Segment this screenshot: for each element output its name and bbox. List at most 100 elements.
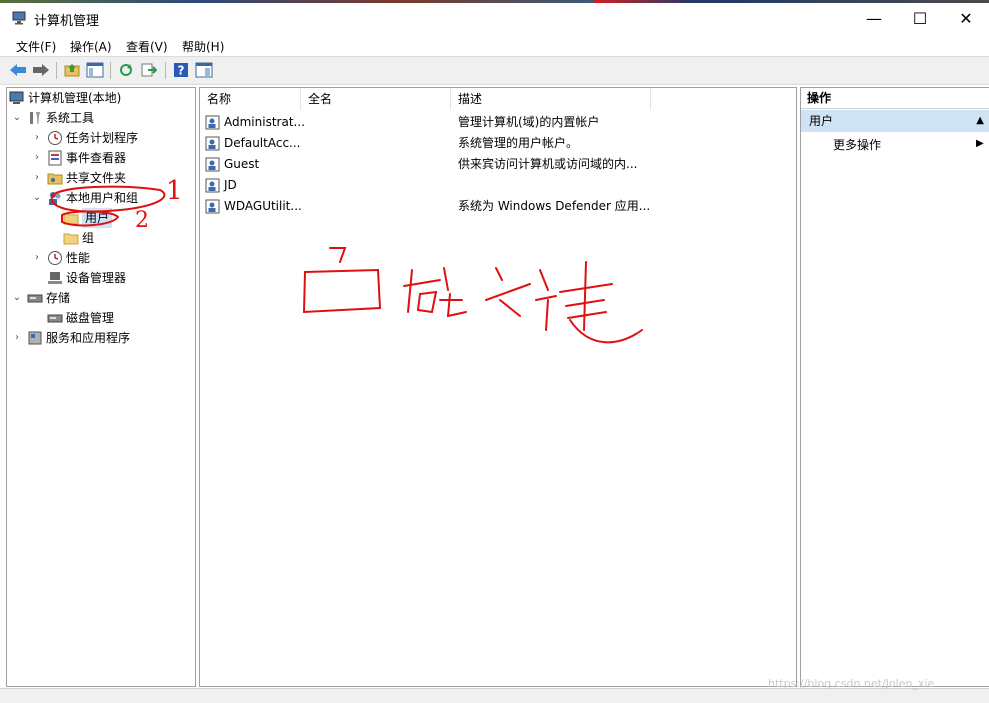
user-list-pane[interactable]: 名称 全名 描述 Administrat... 管理计算机(域)的内置帐户 Defa… bbox=[199, 87, 797, 687]
annotation-mark-2: 2 bbox=[135, 208, 149, 233]
cell-description: 供来宾访问计算机或访问域的内... bbox=[458, 157, 638, 171]
maximize-button[interactable]: ☐ bbox=[897, 3, 943, 33]
chevron-right-icon[interactable]: › bbox=[31, 168, 43, 188]
user-account-icon bbox=[205, 136, 220, 151]
cell-name: Guest bbox=[224, 157, 260, 171]
tree-item-label: 系统工具 bbox=[46, 111, 95, 125]
export-list-icon[interactable] bbox=[140, 61, 158, 79]
minimize-icon: — bbox=[866, 8, 882, 28]
table-row[interactable]: WDAGUtilit... 系统为 Windows Defender 应用... bbox=[200, 196, 796, 217]
tree-item[interactable]: › 任务计划程序 bbox=[31, 128, 138, 148]
tree-item-label: 任务计划程序 bbox=[66, 131, 139, 145]
computer-icon bbox=[9, 90, 25, 106]
tree-item-label: 计算机管理(本地) bbox=[28, 91, 122, 105]
cell-description: 系统为 Windows Defender 应用... bbox=[458, 199, 651, 213]
toolbar-separator bbox=[110, 62, 111, 79]
refresh-icon[interactable] bbox=[117, 61, 135, 79]
tree-item-label: 组 bbox=[82, 231, 95, 245]
tree-item[interactable]: › 服务和应用程序 bbox=[11, 328, 130, 348]
tree-item[interactable]: ⌄ 系统工具 bbox=[11, 108, 94, 128]
user-account-icon bbox=[205, 157, 220, 172]
table-row[interactable]: DefaultAcc... 系统管理的用户帐户。 bbox=[200, 133, 796, 154]
tree-item-label: 用户 bbox=[82, 208, 113, 228]
tree-item-label: 本地用户和组 bbox=[66, 191, 139, 205]
users-group-icon bbox=[47, 190, 63, 206]
chevron-right-icon[interactable]: › bbox=[31, 128, 43, 148]
menu-view[interactable]: 查看(V) bbox=[126, 38, 168, 55]
tree-item-label: 存储 bbox=[46, 291, 71, 305]
collapse-up-icon[interactable]: ▲ bbox=[976, 110, 984, 132]
cell-name: JD bbox=[224, 178, 237, 192]
tree-item[interactable]: ⌄ 存储 bbox=[11, 288, 70, 308]
window-title: 计算机管理 bbox=[34, 14, 100, 29]
disk-icon bbox=[47, 310, 63, 326]
properties-pane-icon[interactable] bbox=[195, 61, 213, 79]
watermark: https://blog.csdn.net/Jolen_xie bbox=[768, 677, 935, 690]
chevron-right-icon[interactable]: › bbox=[11, 328, 23, 348]
title-bar[interactable]: 计算机管理 — ☐ ✕ bbox=[0, 3, 989, 33]
table-row[interactable]: JD bbox=[200, 175, 796, 196]
chevron-down-icon[interactable]: ⌄ bbox=[11, 108, 23, 128]
tree-item-label: 磁盘管理 bbox=[66, 311, 115, 325]
folder-icon bbox=[63, 210, 79, 226]
close-button[interactable]: ✕ bbox=[943, 3, 989, 33]
cell-description: 系统管理的用户帐户。 bbox=[458, 136, 579, 150]
column-header-description[interactable]: 描述 bbox=[451, 88, 651, 110]
close-icon: ✕ bbox=[959, 8, 973, 28]
annotation-mark-1: 1 bbox=[166, 176, 183, 206]
tree-item[interactable]: ⌄ 本地用户和组 bbox=[31, 188, 138, 208]
cell-name: WDAGUtilit... bbox=[224, 199, 302, 213]
tree-item-label: 性能 bbox=[66, 251, 91, 265]
up-folder-icon[interactable] bbox=[63, 61, 81, 79]
back-arrow-icon[interactable] bbox=[9, 61, 27, 79]
actions-title: 操作 bbox=[801, 88, 989, 109]
tree-item-label: 共享文件夹 bbox=[66, 171, 127, 185]
tree-item[interactable]: 组 bbox=[63, 228, 94, 248]
chevron-right-icon[interactable]: › bbox=[31, 248, 43, 268]
tree-item-label: 服务和应用程序 bbox=[46, 331, 131, 345]
show-hide-tree-icon[interactable] bbox=[86, 61, 104, 79]
menu-file[interactable]: 文件(F) bbox=[16, 38, 56, 55]
actions-section-label: 用户 bbox=[809, 114, 834, 128]
column-header-fullname[interactable]: 全名 bbox=[301, 88, 451, 110]
more-actions-label: 更多操作 bbox=[833, 138, 882, 152]
minimize-button[interactable]: — bbox=[851, 3, 897, 33]
tree-item[interactable]: 用户 bbox=[63, 208, 113, 228]
toolbar: ? bbox=[0, 56, 989, 85]
event-viewer-icon bbox=[47, 150, 63, 166]
tree-item-label: 设备管理器 bbox=[66, 271, 127, 285]
tree-item[interactable]: 设备管理器 bbox=[31, 268, 126, 288]
storage-icon bbox=[27, 290, 43, 306]
forward-arrow-icon[interactable] bbox=[32, 61, 50, 79]
menu-help[interactable]: 帮助(H) bbox=[182, 38, 224, 55]
column-header-name[interactable]: 名称 bbox=[200, 88, 301, 110]
user-account-icon bbox=[205, 115, 220, 130]
tools-icon bbox=[27, 110, 43, 126]
chevron-down-icon[interactable]: ⌄ bbox=[31, 188, 43, 208]
menu-action[interactable]: 操作(A) bbox=[70, 38, 112, 55]
chevron-down-icon[interactable]: ⌄ bbox=[11, 288, 23, 308]
table-row[interactable]: Administrat... 管理计算机(域)的内置帐户 bbox=[200, 112, 796, 133]
tree-item[interactable]: › 性能 bbox=[31, 248, 90, 268]
actions-section-users[interactable]: 用户 ▲ bbox=[801, 110, 989, 132]
cell-name: DefaultAcc... bbox=[224, 136, 301, 150]
help-icon[interactable]: ? bbox=[172, 61, 190, 79]
cell-description: 管理计算机(域)的内置帐户 bbox=[458, 115, 600, 129]
tree-item[interactable]: 计算机管理(本地) bbox=[9, 88, 121, 108]
tree-item[interactable]: › 事件查看器 bbox=[31, 148, 126, 168]
chevron-right-icon[interactable]: › bbox=[31, 148, 43, 168]
actions-pane: 操作 用户 ▲ 更多操作 ▶ bbox=[800, 87, 989, 687]
more-actions-item[interactable]: 更多操作 bbox=[833, 136, 881, 153]
cell-name: Administrat... bbox=[224, 115, 305, 129]
maximize-icon: ☐ bbox=[912, 8, 928, 28]
device-manager-icon bbox=[47, 270, 63, 286]
clock-icon bbox=[47, 130, 63, 146]
status-bar bbox=[0, 688, 989, 703]
tree-item[interactable]: › 共享文件夹 bbox=[31, 168, 126, 188]
shared-folder-icon bbox=[47, 170, 63, 186]
services-icon bbox=[27, 330, 43, 346]
svg-text:?: ? bbox=[178, 64, 185, 78]
table-row[interactable]: Guest 供来宾访问计算机或访问域的内... bbox=[200, 154, 796, 175]
user-account-icon bbox=[205, 199, 220, 214]
tree-item[interactable]: 磁盘管理 bbox=[31, 308, 114, 328]
